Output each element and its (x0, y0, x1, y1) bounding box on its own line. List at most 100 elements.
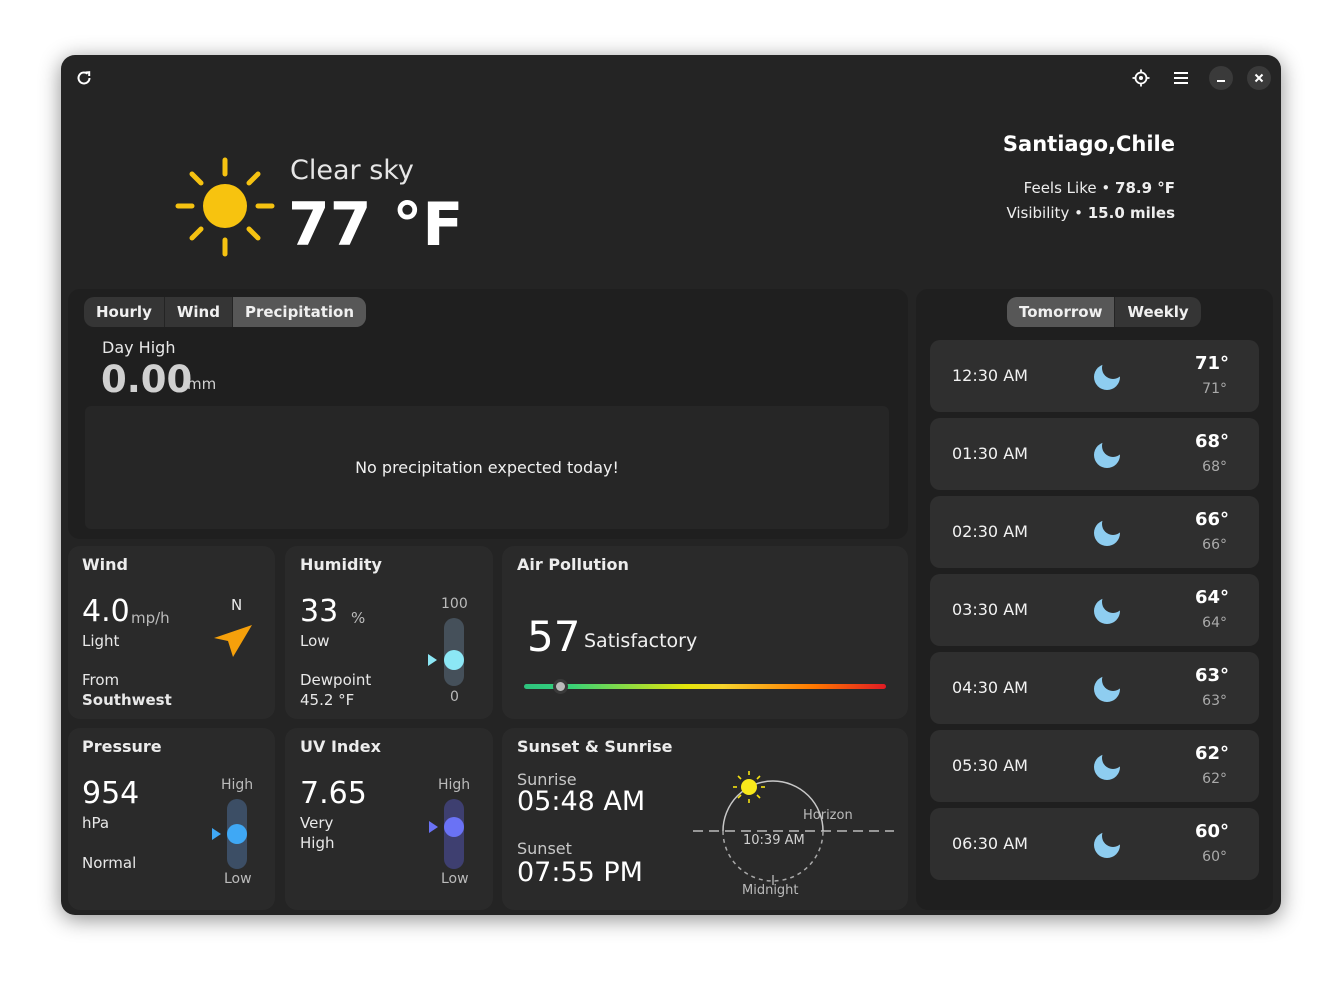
tab-hourly[interactable]: Hourly (84, 297, 164, 327)
wind-arrow-icon (214, 625, 252, 657)
hourly-row: 04:30 AM 63° 63° (930, 652, 1259, 724)
visibility-label: Visibility (1006, 204, 1070, 222)
hourly-low: 66° (1202, 537, 1227, 553)
uv-index-card: UV Index 7.65 Very High High Low (285, 728, 493, 910)
uv-pointer-icon (429, 820, 438, 833)
tab-precipitation[interactable]: Precipitation (231, 297, 367, 327)
minimize-button[interactable] (1209, 66, 1233, 90)
moon-icon (1094, 598, 1120, 624)
humidity-pointer-icon (428, 654, 437, 667)
sun-path-diagram (693, 771, 894, 885)
hourly-low: 62° (1202, 771, 1227, 787)
pressure-description: Normal (82, 854, 137, 872)
current-time: 10:39 AM (743, 833, 805, 848)
wind-unit: mp/h (131, 609, 170, 627)
hourly-row: 03:30 AM 64° 64° (930, 574, 1259, 646)
hourly-high: 71° (1194, 353, 1229, 374)
pressure-value: 954 (82, 776, 140, 811)
pressure-scale-high: High (221, 777, 254, 793)
humidity-scale-max: 100 (441, 596, 468, 612)
hourly-time: 03:30 AM (952, 600, 1028, 619)
aqi-gauge (524, 684, 886, 689)
moon-icon (1094, 520, 1120, 546)
humidity-value: 33 (300, 594, 339, 629)
weather-window: Clear sky 77 °F Santiago,Chile Feels Lik… (61, 55, 1281, 915)
refresh-icon[interactable] (72, 66, 96, 90)
pressure-scale-low: Low (224, 871, 252, 887)
current-temperature: 77 °F (288, 190, 464, 260)
moon-icon (1094, 676, 1120, 702)
uv-title: UV Index (300, 737, 381, 756)
aqi-value: 57 (527, 612, 581, 661)
aqi-gauge-knob (553, 679, 569, 694)
sun-title: Sunset & Sunrise (517, 737, 673, 756)
visibility-value: 15.0 miles (1087, 204, 1175, 222)
moon-icon (1094, 442, 1120, 468)
humidity-title: Humidity (300, 555, 382, 574)
uv-gauge (444, 799, 464, 869)
hourly-high: 68° (1194, 431, 1229, 452)
hourly-low: 63° (1202, 693, 1227, 709)
hourly-high: 66° (1194, 509, 1229, 530)
uv-scale-high: High (438, 777, 471, 793)
hourly-low: 68° (1202, 459, 1227, 475)
moon-icon (1094, 832, 1120, 858)
wind-title: Wind (82, 555, 128, 574)
horizon-label: Horizon (803, 808, 853, 823)
hourly-time: 04:30 AM (952, 678, 1028, 697)
humidity-unit: % (351, 609, 366, 627)
dewpoint-value: 45.2 °F (300, 691, 355, 709)
hourly-row: 05:30 AM 62° 62° (930, 730, 1259, 802)
tab-wind[interactable]: Wind (163, 297, 232, 327)
hourly-time: 06:30 AM (952, 834, 1028, 853)
moon-icon (1094, 364, 1120, 390)
hourly-time: 01:30 AM (952, 444, 1028, 463)
sunset-label: Sunset (517, 839, 572, 858)
precip-value: 0.00 (101, 358, 193, 401)
hourly-row: 06:30 AM 60° 60° (930, 808, 1259, 880)
separator: • (1074, 204, 1083, 222)
sun-card: Sunset & Sunrise Sunrise 05:48 AM Sunset… (502, 728, 908, 910)
tab-weekly[interactable]: Weekly (1114, 297, 1200, 327)
separator: • (1101, 179, 1111, 197)
precip-label: Day High (102, 338, 176, 357)
location-icon[interactable] (1129, 66, 1153, 90)
uv-value: 7.65 (300, 776, 367, 811)
feels-like-value: 78.9 °F (1115, 179, 1175, 197)
tab-tomorrow[interactable]: Tomorrow (1007, 297, 1115, 327)
hourly-time: 05:30 AM (952, 756, 1028, 775)
uv-gauge-knob (444, 816, 464, 837)
pressure-card: Pressure 954 hPa Normal High Low (68, 728, 275, 910)
pressure-gauge-knob (227, 824, 247, 844)
side-tabs: Tomorrow Weekly (1007, 297, 1201, 327)
moon-icon (1094, 754, 1120, 780)
wind-speed: 4.0 (82, 594, 130, 629)
forecast-tabs: Hourly Wind Precipitation (84, 297, 367, 327)
humidity-description: Low (300, 632, 330, 650)
precip-unit: mm (187, 375, 217, 393)
wind-from-label: From (82, 671, 120, 689)
menu-icon[interactable] (1169, 66, 1193, 90)
hourly-row: 12:30 AM 71° 71° (930, 340, 1259, 412)
condition-label: Clear sky (290, 155, 414, 186)
minimize-icon (1217, 80, 1225, 82)
hourly-time: 12:30 AM (952, 366, 1028, 385)
close-button[interactable] (1247, 66, 1271, 90)
air-pollution-card: Air Pollution 57 Satisfactory (502, 546, 908, 719)
aqi-description: Satisfactory (584, 630, 698, 652)
pressure-pointer-icon (212, 828, 221, 840)
hourly-row: 02:30 AM 66° 66° (930, 496, 1259, 568)
feels-like: Feels Like • 78.9 °F (1024, 179, 1175, 197)
visibility: Visibility • 15.0 miles (1006, 204, 1175, 222)
wind-card: Wind 4.0 mp/h Light From Southwest N (68, 546, 275, 719)
sun-icon (175, 157, 275, 257)
humidity-gauge-knob (444, 650, 464, 671)
sunset-time: 07:55 PM (517, 857, 643, 888)
feels-like-label: Feels Like (1023, 179, 1097, 197)
humidity-gauge (444, 618, 464, 686)
dewpoint-label: Dewpoint (300, 671, 372, 689)
sunrise-time: 05:48 AM (517, 786, 646, 817)
wind-description: Light (82, 632, 120, 650)
humidity-scale-min: 0 (450, 689, 459, 705)
precip-chart-area: No precipitation expected today! (85, 406, 889, 529)
